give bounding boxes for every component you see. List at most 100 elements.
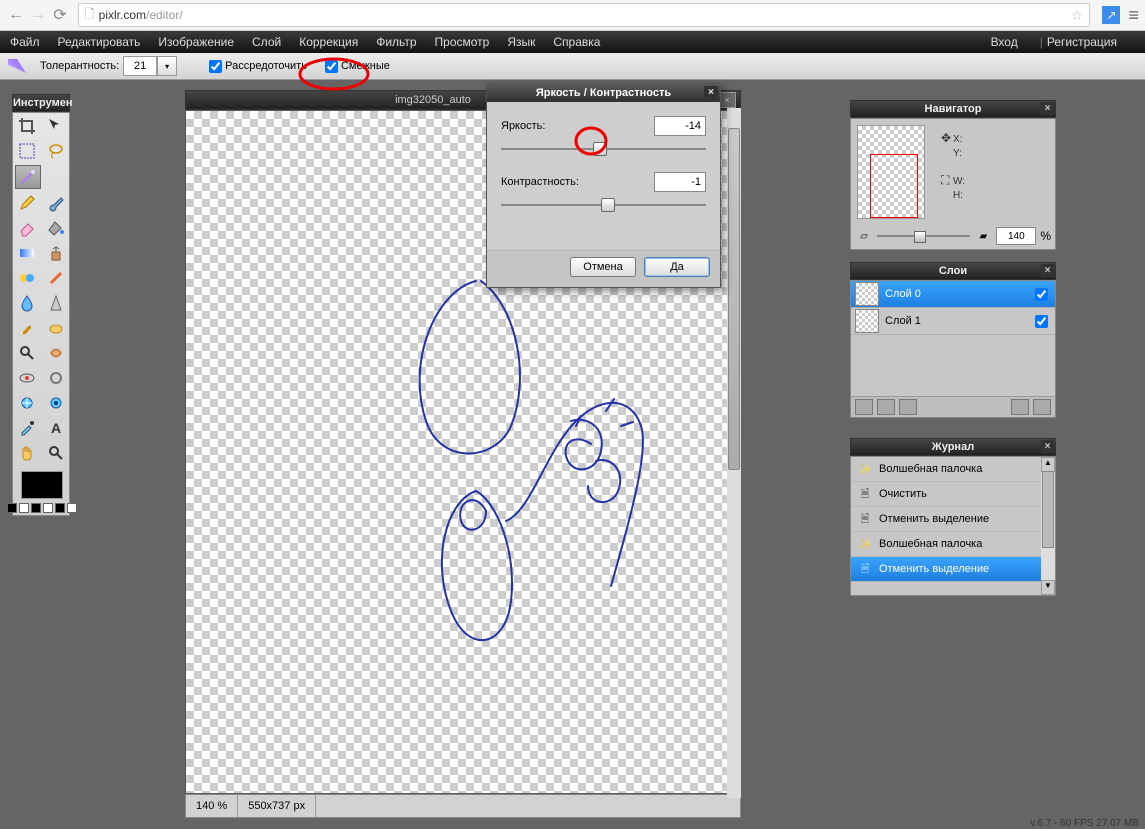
zoom-slider[interactable]	[877, 231, 970, 241]
zoom-tool[interactable]	[44, 442, 68, 464]
reload-button[interactable]: ⟳	[50, 5, 70, 25]
menu-filter[interactable]: Фильтр	[376, 35, 416, 49]
history-item[interactable]: ✨Волшебная палочка	[851, 532, 1041, 557]
contiguous-checkbox[interactable]	[209, 60, 222, 73]
history-close-icon[interactable]: ×	[1041, 440, 1054, 453]
adjacent-checkbox[interactable]	[325, 60, 338, 73]
type-tool[interactable]: A	[44, 417, 68, 439]
canvas-scrollbar-v[interactable]	[727, 108, 741, 798]
signature-content	[356, 261, 676, 741]
layer-visibility-checkbox[interactable]	[1035, 315, 1048, 328]
menu-layer[interactable]: Слой	[252, 35, 281, 49]
brush-tool[interactable]	[44, 192, 68, 214]
new-layer-icon[interactable]	[1011, 399, 1029, 415]
zoom-out-icon[interactable]: ▱	[855, 231, 873, 242]
hand-tool[interactable]	[15, 442, 39, 464]
zoom-readout[interactable]: 140 %	[186, 795, 238, 817]
history-panel: Журнал× ✨Волшебная палочка 🗎Очистить 🗎От…	[850, 438, 1056, 596]
navigator-info: ✥X:Y: ⛶W:H:	[941, 131, 965, 203]
redeye-tool[interactable]	[15, 367, 39, 389]
doc-icon: 🗎	[857, 487, 873, 501]
menu-language[interactable]: Язык	[507, 35, 535, 49]
history-item[interactable]: 🗎Отменить выделение	[851, 507, 1041, 532]
tolerance-dropdown[interactable]: ▾	[157, 56, 177, 76]
menu-view[interactable]: Просмотр	[435, 35, 490, 49]
layer-visibility-checkbox[interactable]	[1035, 288, 1048, 301]
layer-style-icon[interactable]	[899, 399, 917, 415]
brightness-input[interactable]	[654, 116, 706, 136]
foreground-color[interactable]	[21, 471, 63, 499]
forward-button[interactable]: →	[28, 5, 48, 25]
move-tool[interactable]	[44, 115, 68, 137]
menu-adjustment[interactable]: Коррекция	[299, 35, 358, 49]
navigator-header[interactable]: Навигатор×	[850, 100, 1056, 118]
zoom-input[interactable]	[996, 227, 1036, 245]
layer-opacity-icon[interactable]	[855, 399, 873, 415]
blur-tool[interactable]	[15, 292, 39, 314]
navigator-thumbnail[interactable]	[857, 125, 925, 219]
sponge-tool[interactable]	[44, 317, 68, 339]
layers-panel: Слои× Слой 0 Слой 1	[850, 262, 1056, 418]
menu-file[interactable]: Файл	[10, 35, 40, 49]
eyedropper-tool[interactable]	[15, 417, 39, 439]
ok-button[interactable]: Да	[644, 257, 710, 277]
register-link[interactable]: Регистрация	[1047, 35, 1117, 49]
history-item[interactable]: ✨Волшебная палочка	[851, 457, 1041, 482]
brightness-contrast-dialog: Яркость / Контрастность × Яркость: Контр…	[486, 83, 721, 288]
marquee-tool[interactable]	[15, 140, 39, 162]
color-swatches[interactable]	[15, 467, 68, 513]
url-path: /editor/	[146, 8, 183, 22]
cancel-button[interactable]: Отмена	[570, 257, 636, 277]
wand-tool[interactable]	[15, 165, 41, 189]
brightness-slider[interactable]	[501, 142, 706, 156]
spot-tool[interactable]	[44, 367, 68, 389]
tolerance-input[interactable]	[123, 56, 157, 76]
history-item[interactable]: 🗎Отменить выделение	[851, 557, 1041, 582]
layers-close-icon[interactable]: ×	[1041, 264, 1054, 277]
history-header[interactable]: Журнал×	[850, 438, 1056, 456]
history-item[interactable]: 🗎Очистить	[851, 482, 1041, 507]
menu-image[interactable]: Изображение	[158, 35, 234, 49]
navigator-close-icon[interactable]: ×	[1041, 102, 1054, 115]
contrast-label: Контрастность:	[501, 176, 579, 188]
gradient-tool[interactable]	[15, 242, 39, 264]
bookmark-icon[interactable]: ☆	[1071, 7, 1084, 24]
menu-help[interactable]: Справка	[553, 35, 600, 49]
menu-edit[interactable]: Редактировать	[58, 35, 141, 49]
tools-panel-header[interactable]: Инструмен	[12, 94, 70, 112]
delete-layer-icon[interactable]	[1033, 399, 1051, 415]
lasso-tool[interactable]	[44, 140, 68, 162]
contrast-input[interactable]	[654, 172, 706, 192]
replace-color-tool[interactable]	[15, 267, 39, 289]
url-bar[interactable]: 🗋 pixlr.com /editor/ ☆	[78, 3, 1090, 27]
login-link[interactable]: Вход	[991, 35, 1018, 49]
extension-icon[interactable]: ↗	[1102, 6, 1120, 24]
layer-item[interactable]: Слой 1	[851, 308, 1055, 335]
history-scrollbar[interactable]: ▲▼	[1041, 457, 1055, 595]
bucket-tool[interactable]	[44, 217, 68, 239]
dialog-title[interactable]: Яркость / Контрастность ×	[487, 84, 720, 102]
zoom-in-icon[interactable]: ▰	[974, 231, 992, 242]
sharpen-tool[interactable]	[44, 292, 68, 314]
eraser-tool[interactable]	[15, 217, 39, 239]
smudge-tool[interactable]	[15, 317, 39, 339]
adjacent-label: Смежные	[341, 60, 390, 72]
draw-tool[interactable]	[44, 267, 68, 289]
crop-tool[interactable]	[15, 115, 39, 137]
dialog-close-icon[interactable]: ×	[704, 86, 718, 100]
back-button[interactable]: ←	[6, 5, 26, 25]
contrast-slider[interactable]	[501, 198, 706, 212]
pencil-tool[interactable]	[15, 192, 39, 214]
layer-mask-icon[interactable]	[877, 399, 895, 415]
bloat-tool[interactable]	[15, 392, 39, 414]
tools-panel: Инструмен A	[12, 94, 70, 516]
layers-header[interactable]: Слои×	[850, 262, 1056, 280]
layer-thumbnail	[855, 282, 879, 306]
dodge-tool[interactable]	[15, 342, 39, 364]
pinch-tool[interactable]	[44, 392, 68, 414]
wand-icon: ✨	[857, 462, 873, 476]
clone-tool[interactable]	[44, 242, 68, 264]
browser-menu-icon[interactable]: ≡	[1128, 5, 1139, 26]
burn-tool[interactable]	[44, 342, 68, 364]
layer-item[interactable]: Слой 0	[851, 281, 1055, 308]
